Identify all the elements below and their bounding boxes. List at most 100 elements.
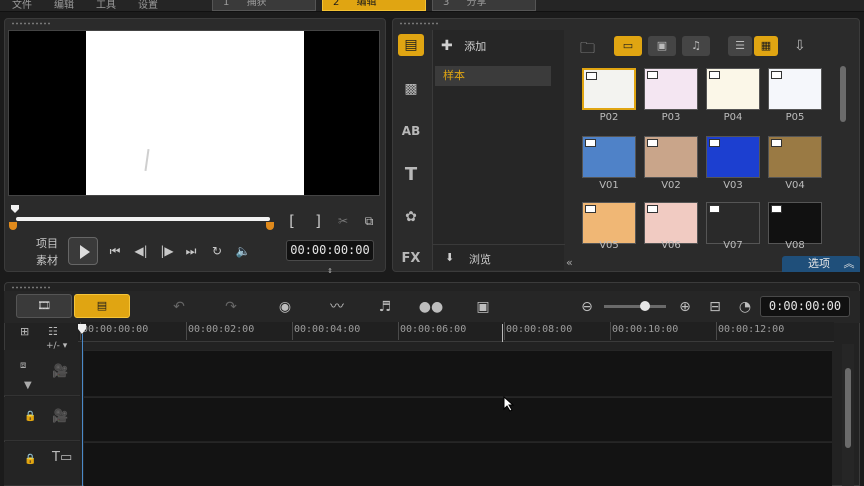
video-track-icon: 🎥 xyxy=(52,364,69,379)
library-thumbnail[interactable] xyxy=(768,68,822,110)
project-duration-icon[interactable]: ◔ xyxy=(732,298,758,316)
preview-timecode[interactable]: 00:00:00:00 ⇕ xyxy=(286,240,374,276)
redo-icon[interactable]: ↷ xyxy=(218,298,244,316)
next-frame-icon[interactable]: |▶ xyxy=(158,243,176,259)
graphic-icon[interactable]: ✿ xyxy=(398,206,424,228)
go-end-icon[interactable]: ⏭ xyxy=(182,243,200,259)
timeline-scrollbar-thumb[interactable] xyxy=(845,368,851,448)
mouse-cursor xyxy=(503,395,515,412)
zoom-in-icon[interactable]: ⊕ xyxy=(672,298,698,316)
track-expand-icon[interactable]: ▼ xyxy=(24,380,32,391)
panel-grip[interactable] xyxy=(11,286,51,289)
go-start-icon[interactable]: ⏮ xyxy=(106,243,124,259)
add-folder-button[interactable]: ✚ 添加 xyxy=(441,38,486,54)
library-thumbnail-label: V04 xyxy=(785,180,805,191)
trim-end-handle[interactable] xyxy=(266,222,274,230)
mode-clip-label[interactable]: 素材 xyxy=(36,252,58,268)
library-thumbnail[interactable] xyxy=(768,202,822,244)
media-icon[interactable]: ▤ xyxy=(398,34,424,56)
show-video-icon[interactable]: ▭ xyxy=(614,36,642,56)
title-track[interactable] xyxy=(84,442,832,486)
zoom-slider[interactable] xyxy=(604,301,666,311)
timecode-spin-icon[interactable]: ⇕ xyxy=(327,266,332,276)
tab-capture[interactable]: 1 捕获 xyxy=(212,0,316,11)
audio-mixer-icon[interactable]: 〰 xyxy=(324,298,350,316)
playhead-marker[interactable] xyxy=(78,324,86,334)
timeline-view-button[interactable]: ▤ xyxy=(74,294,130,318)
motion-tracking-icon[interactable]: ●● xyxy=(418,298,444,316)
menu-edit[interactable]: 编辑 xyxy=(54,0,74,11)
ruler-tick-label: 00:00:06:00 xyxy=(400,324,467,335)
library-thumbnail[interactable] xyxy=(644,202,698,244)
text-icon[interactable]: T xyxy=(398,164,424,186)
video-track[interactable] xyxy=(84,350,832,396)
play-button[interactable] xyxy=(68,237,98,265)
library-thumbnail[interactable] xyxy=(582,68,636,110)
tab-edit[interactable]: 2 编辑 xyxy=(322,0,426,11)
volume-icon[interactable]: 🔈 xyxy=(234,243,252,259)
library-scrollbar[interactable] xyxy=(838,64,848,254)
timeline-timecode[interactable]: 0:00:00:00 xyxy=(760,296,850,317)
show-audio-icon[interactable]: ♫ xyxy=(682,36,710,56)
panel-grip[interactable] xyxy=(11,22,51,25)
fx-icon[interactable]: FX xyxy=(398,248,424,270)
options-button[interactable]: 选项 ︽ xyxy=(782,256,860,272)
prev-frame-icon[interactable]: ◀| xyxy=(132,243,150,259)
browse-button[interactable]: ⬇ 浏览 xyxy=(433,244,565,270)
library-thumbnail[interactable] xyxy=(644,68,698,110)
record-capture-icon[interactable]: ◉ xyxy=(272,298,298,316)
fit-project-icon[interactable]: ⊟ xyxy=(702,298,728,316)
library-thumbnail[interactable] xyxy=(706,136,760,178)
library-thumbnail[interactable] xyxy=(644,136,698,178)
scrubber-handle[interactable] xyxy=(10,204,20,214)
library-scrollbar-thumb[interactable] xyxy=(840,66,846,122)
show-photo-icon[interactable]: ▣ xyxy=(648,36,676,56)
collapse-left-icon[interactable]: « xyxy=(566,256,582,270)
thumbnail-view-icon[interactable]: ▦ xyxy=(754,36,778,56)
track-visibility-icon[interactable]: ⧈ xyxy=(20,360,26,371)
track-manager-icon[interactable]: ⊞ xyxy=(20,325,40,339)
lock-icon[interactable]: 🔒 xyxy=(24,411,36,422)
cut-icon[interactable]: ✂ xyxy=(334,213,352,229)
lock-icon[interactable]: 🔒 xyxy=(24,454,36,465)
expand-icon[interactable]: ⧉ xyxy=(360,213,378,229)
menu-file[interactable]: 文件 xyxy=(12,0,32,11)
transition-icon[interactable]: ▩ xyxy=(398,78,424,100)
folder-icon[interactable]: 🗀 xyxy=(580,38,595,63)
ruler-tick xyxy=(292,322,293,340)
library-thumbnail[interactable] xyxy=(582,136,636,178)
trim-start-handle[interactable] xyxy=(9,222,17,230)
mode-project-label[interactable]: 项目 xyxy=(36,235,58,251)
title-ab-icon[interactable]: AB xyxy=(398,120,424,142)
auto-music-icon[interactable]: ♬ xyxy=(372,298,398,316)
zoom-slider-handle[interactable] xyxy=(640,301,650,311)
menu-tools[interactable]: 工具 xyxy=(96,0,116,11)
library-thumbnail[interactable] xyxy=(768,136,822,178)
repeat-icon[interactable]: ↻ xyxy=(208,243,226,259)
timeline-scrollbar[interactable] xyxy=(842,344,854,486)
menu-settings[interactable]: 设置 xyxy=(138,0,158,11)
storyboard-view-button[interactable]: 🎞 xyxy=(16,294,72,318)
overlay-track[interactable] xyxy=(84,397,832,441)
subtitle-editor-icon[interactable]: ▣ xyxy=(470,298,496,316)
overlay-track-icon: 🎥 xyxy=(52,409,69,424)
options-label: 选项 xyxy=(808,257,830,270)
folder-item-samples[interactable]: 样本 xyxy=(435,66,551,86)
tab-share[interactable]: 3 分享 xyxy=(432,0,536,11)
mark-in-button[interactable]: [ xyxy=(286,213,298,229)
trim-bar[interactable] xyxy=(16,217,270,221)
undo-icon[interactable]: ↶ xyxy=(166,298,192,316)
timeline-icon: ▤ xyxy=(96,299,108,312)
chapter-list-icon[interactable]: ☷ xyxy=(48,325,68,339)
library-thumbnail[interactable] xyxy=(582,202,636,244)
library-thumbnail[interactable] xyxy=(706,68,760,110)
media-type-badge-icon xyxy=(585,205,596,213)
library-thumbnail[interactable] xyxy=(706,202,760,244)
panel-grip[interactable] xyxy=(399,22,439,25)
sort-icon[interactable]: ⇩ xyxy=(794,38,806,54)
zoom-out-icon[interactable]: ⊖ xyxy=(574,298,600,316)
timeline-ruler[interactable]: 00:00:00:00 00:00:02:00 00:00:04:00 00:00:0… xyxy=(78,322,834,342)
tab-share-label: 分享 xyxy=(466,0,487,8)
mark-out-button[interactable]: ] xyxy=(312,213,324,229)
list-view-icon[interactable]: ☰ xyxy=(728,36,752,56)
